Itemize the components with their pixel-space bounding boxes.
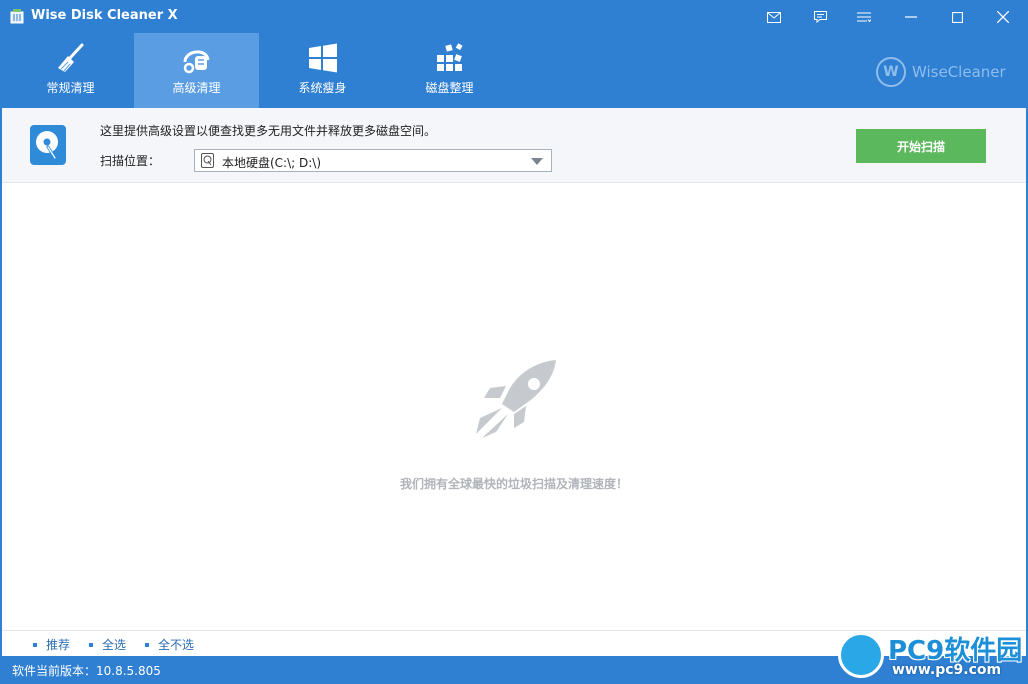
app-logo-icon xyxy=(10,9,24,24)
speed-slogan: 我们拥有全球最快的垃圾扫描及清理速度！ xyxy=(399,477,628,491)
minimize-button[interactable] xyxy=(893,4,929,30)
hard-drive-icon xyxy=(30,125,66,165)
watermark-url: www.pc9.com xyxy=(892,662,1002,678)
minimize-icon xyxy=(905,16,917,18)
broom-icon xyxy=(58,43,84,72)
app-window: Wise Disk Cleaner X 常规清理 高级清理 系统瘦身 磁盘整理 … xyxy=(0,0,1028,684)
results-area: 我们拥有全球最快的垃圾扫描及清理速度！ xyxy=(2,183,1026,630)
title-bar: Wise Disk Cleaner X xyxy=(0,0,1028,33)
close-icon xyxy=(997,11,1009,23)
tab-advanced-clean[interactable]: 高级清理 xyxy=(134,33,259,108)
chevron-down-icon[interactable] xyxy=(531,158,543,165)
link-label: 推荐 xyxy=(46,638,71,652)
tab-label: 高级清理 xyxy=(172,81,221,95)
link-label: 全选 xyxy=(102,638,127,652)
maximize-icon xyxy=(951,11,963,23)
feedback-button[interactable] xyxy=(802,4,838,30)
menu-icon xyxy=(857,12,871,22)
version-label: 软件当前版本：10.8.5.805 xyxy=(12,664,161,678)
info-description: 这里提供高级设置以便查找更多无用文件并释放更多磁盘空间。 xyxy=(100,124,437,138)
rocket-icon xyxy=(476,360,556,438)
mail-icon xyxy=(767,11,781,23)
feedback-icon xyxy=(813,11,827,23)
tab-system-slim[interactable]: 系统瘦身 xyxy=(260,33,385,108)
defrag-icon xyxy=(437,43,463,71)
vacuum-icon xyxy=(183,50,210,74)
advanced-info-panel: 这里提供高级设置以便查找更多无用文件并释放更多磁盘空间。 扫描位置： 本地硬盘(… xyxy=(2,108,1026,183)
brand-name: WiseCleaner xyxy=(912,63,1006,81)
pc9-logo-icon xyxy=(838,632,884,678)
bullet xyxy=(145,642,149,647)
close-button[interactable] xyxy=(985,4,1021,30)
windows-icon xyxy=(309,43,337,73)
local-disk-icon xyxy=(201,153,214,168)
select-none-link[interactable]: 全不选 xyxy=(145,636,194,653)
window-title: Wise Disk Cleaner X xyxy=(31,8,178,23)
recommend-link[interactable]: 推荐 xyxy=(33,636,70,653)
tab-disk-defrag[interactable]: 磁盘整理 xyxy=(387,33,512,108)
tab-label: 常规清理 xyxy=(46,81,95,95)
start-scan-button[interactable]: 开始扫描 xyxy=(856,129,986,163)
tab-label: 系统瘦身 xyxy=(298,81,347,95)
scan-location-dropdown[interactable]: 本地硬盘(C:\; D:\) xyxy=(194,149,552,172)
select-all-link[interactable]: 全选 xyxy=(89,636,126,653)
bullet xyxy=(33,642,37,647)
scan-location-label: 扫描位置： xyxy=(100,154,161,168)
tab-regular-clean[interactable]: 常规清理 xyxy=(8,33,133,108)
scan-location-value: 本地硬盘(C:\; D:\) xyxy=(222,156,322,170)
link-label: 全不选 xyxy=(158,638,195,652)
pc9-watermark: PC9软件园 www.pc9.com xyxy=(836,630,1024,684)
wisecleaner-brand[interactable]: W WiseCleaner xyxy=(876,56,1006,88)
bullet xyxy=(89,642,93,647)
mail-button[interactable] xyxy=(756,4,792,30)
menu-button[interactable] xyxy=(846,4,882,30)
tab-label: 磁盘整理 xyxy=(425,81,474,95)
wisecleaner-logo-icon: W xyxy=(876,57,906,87)
maximize-button[interactable] xyxy=(939,4,975,30)
